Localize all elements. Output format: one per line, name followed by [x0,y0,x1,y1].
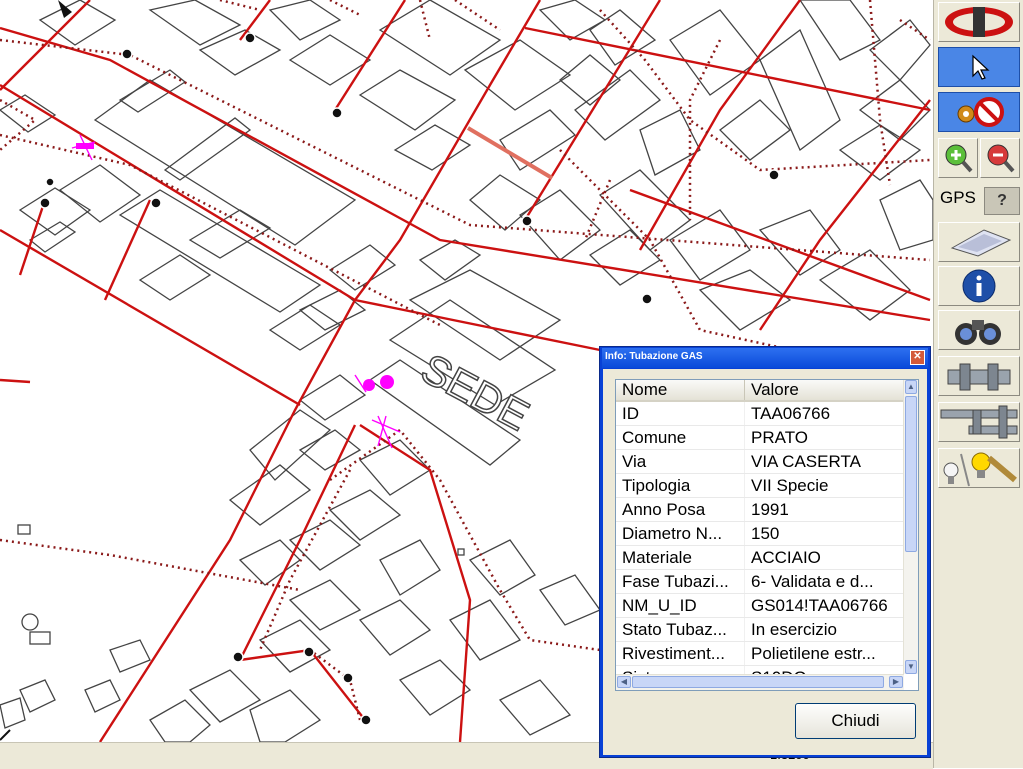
logo-button[interactable] [938,2,1020,42]
row-value: GS014!TAA06766 [744,593,904,618]
table-row[interactable]: NM_U_ID GS014!TAA06766 [616,593,904,618]
scroll-left-icon[interactable]: ◀ [617,676,631,688]
row-value: 6- Validata e d... [744,569,904,594]
table-row[interactable]: Diametro N... 150 [616,521,904,546]
table-row[interactable]: ID TAA06766 [616,401,904,426]
table-row[interactable]: Comune PRATO [616,425,904,450]
row-name: Via [616,449,745,474]
row-value: PRATO [744,425,904,450]
row-value: 150 [744,521,904,546]
row-name: Fase Tubazi... [616,569,745,594]
pipe-icon [947,363,1011,391]
tips-button[interactable] [938,448,1020,488]
row-value: 1991 [744,497,904,522]
magenta-markers [71,134,401,449]
row-name: ID [616,401,745,426]
gps-label[interactable]: GPS [940,188,976,208]
row-value: VIA CASERTA [744,449,904,474]
vertical-scrollbar[interactable]: ▲ ▼ [903,380,918,674]
table-row[interactable]: Materiale ACCIAIO [616,545,904,570]
row-value: VII Specie [744,473,904,498]
scroll-up-icon[interactable]: ▲ [905,380,917,394]
zoom-out-button[interactable] [980,138,1020,178]
logo-icon [945,7,1013,37]
pipe-button[interactable] [938,356,1020,396]
row-value: ACCIAIO [744,545,904,570]
row-name: Rivestiment... [616,641,745,666]
network-pipes-icon [940,405,1018,439]
zoom-in-button[interactable] [938,138,978,178]
scroll-right-icon[interactable]: ▶ [889,676,903,688]
binoculars-icon [955,320,1001,345]
info-button[interactable] [938,266,1020,306]
row-name: Diametro N... [616,521,745,546]
row-name: Materiale [616,545,745,570]
pointer-icon [972,54,990,80]
table-row[interactable]: Stato Tubaz... In esercizio [616,617,904,642]
gear-no-icon [957,97,1004,127]
table-row[interactable]: Tipologia VII Specie [616,473,904,498]
settings-tool-button[interactable] [938,92,1020,132]
table-row[interactable]: Fase Tubazi... 6- Validata e d... [616,569,904,594]
row-value: In esercizio [744,617,904,642]
row-value: TAA06766 [744,401,904,426]
row-name: Comune [616,425,745,450]
highlighted-pipe [466,126,554,180]
horizontal-scroll-thumb[interactable] [632,676,884,688]
row-name: Tipologia [616,473,745,498]
close-button[interactable]: Chiudi [795,703,916,739]
row-name: Anno Posa [616,497,745,522]
search-button[interactable] [938,310,1020,350]
table-row[interactable]: Rivestiment... Polietilene estr... [616,641,904,666]
attribute-table: Nome Valore ID TAA06766 Comune PRATO Via VI… [616,380,904,690]
dialog-title: Info: Tubazione GAS [605,351,703,362]
row-name: NM_U_ID [616,593,745,618]
row-value: Polietilene estr... [744,641,904,666]
column-header-valore[interactable]: Valore [744,380,904,402]
row-name: Stato Tubaz... [616,617,745,642]
table-row[interactable]: Via VIA CASERTA [616,449,904,474]
vertical-scroll-thumb[interactable] [905,396,917,552]
close-icon[interactable]: ✕ [910,350,925,365]
sede-label: SEDE [414,344,537,439]
info-icon [962,269,996,303]
column-header-nome[interactable]: Nome [616,380,745,402]
info-dialog: Info: Tubazione GAS ✕ Nome Valore ID TAA0… [599,346,931,758]
keyboard-icon [950,229,1012,257]
keyboard-button[interactable] [938,222,1020,262]
select-tool-button[interactable] [938,47,1020,87]
gps-help-button[interactable]: ? [984,187,1020,215]
zoom-in-icon [945,144,973,173]
lightbulbs-icon [943,452,1017,487]
dialog-body: Nome Valore ID TAA06766 Comune PRATO Via VI… [603,369,927,755]
zoom-out-icon [987,144,1015,173]
dialog-titlebar[interactable]: Info: Tubazione GAS ✕ [602,348,928,368]
tool-panel: GPS ? [933,0,1023,768]
horizontal-scrollbar[interactable]: ◀ ▶ [616,674,904,690]
scroll-down-icon[interactable]: ▼ [905,660,917,674]
attribute-grid[interactable]: Nome Valore ID TAA06766 Comune PRATO Via VI… [615,379,919,691]
network-button[interactable] [938,402,1020,442]
table-row[interactable]: Anno Posa 1991 [616,497,904,522]
